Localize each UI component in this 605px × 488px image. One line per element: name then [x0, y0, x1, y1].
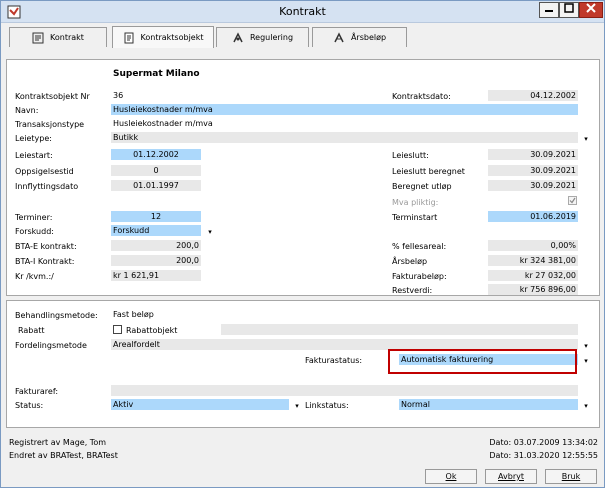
- status-label: Status:: [15, 401, 44, 410]
- rabattobjekt-checkbox[interactable]: [113, 325, 122, 334]
- forskudd-label: Forskudd:: [15, 227, 54, 236]
- navn-label: Navn:: [15, 106, 39, 115]
- tab-label: Årsbeløp: [350, 33, 387, 42]
- mva-pliktig-checkbox[interactable]: [568, 196, 577, 205]
- tab-label: Kontraktsobjekt: [140, 33, 204, 42]
- registered-by: Registrert av Mage, Tom: [9, 438, 107, 447]
- behandlingsmetode-label: Behandlingsmetode:: [15, 311, 98, 320]
- chevron-down-icon[interactable]: ▾: [583, 357, 589, 365]
- terminer-label: Terminer:: [15, 213, 53, 222]
- checkmark-icon: [569, 197, 576, 204]
- minimize-icon: [545, 10, 553, 12]
- restverdi-label: Restverdi:: [392, 286, 433, 295]
- behandlingsmetode-value: Fast beløp: [113, 310, 154, 319]
- modified-date: Dato: 31.03.2020 12:55:55: [489, 451, 598, 460]
- modified-by: Endret av BRATest, BRATest: [9, 451, 118, 460]
- leietype-select[interactable]: Butikk: [111, 132, 578, 143]
- document-icon: [124, 32, 134, 43]
- maximize-button[interactable]: [559, 2, 579, 18]
- tab-bar: Kontrakt Kontraktsobjekt Regulering Årsb…: [4, 23, 601, 48]
- fakturaref-field[interactable]: [111, 385, 578, 396]
- bta-e-field[interactable]: 200,0: [111, 240, 201, 251]
- leieslutt-value: 30.09.2021: [488, 149, 578, 160]
- maximize-icon: [564, 3, 574, 13]
- kr-kvm-label: Kr /kvm.:/: [15, 272, 54, 281]
- fakturabelop-label: Fakturabeløp:: [392, 272, 447, 281]
- tab-kontraktsobjekt[interactable]: Kontraktsobjekt: [112, 26, 214, 48]
- adjustment-icon: [233, 31, 243, 42]
- chevron-down-icon[interactable]: ▾: [583, 135, 589, 143]
- chevron-down-icon[interactable]: ▾: [583, 402, 589, 410]
- fakturastatus-highlight: [388, 349, 577, 374]
- navn-field[interactable]: Husleiekostnader m/mva: [111, 104, 578, 115]
- registered-date: Dato: 03.07.2009 13:34:02: [489, 438, 598, 447]
- tab-kontrakt[interactable]: Kontrakt: [9, 27, 107, 47]
- tab-arsbelop[interactable]: Årsbeløp: [312, 27, 407, 47]
- forskudd-select[interactable]: Forskudd: [111, 225, 201, 236]
- rabatt-label: Rabatt: [18, 326, 45, 335]
- fellesareal-label: % fellesareal:: [392, 242, 447, 251]
- fakturabelop-value: kr 27 032,00: [488, 270, 578, 281]
- minimize-button[interactable]: [539, 2, 559, 18]
- chevron-down-icon[interactable]: ▾: [294, 402, 300, 410]
- transaksjonstype-label: Transaksjonstype: [15, 120, 85, 129]
- terminstart-label: Terminstart: [392, 213, 438, 222]
- close-button[interactable]: [579, 2, 603, 18]
- fakturaref-label: Fakturaref:: [15, 387, 59, 396]
- linkstatus-label: Linkstatus:: [305, 401, 349, 410]
- rabattobjekt-label: Rabattobjekt: [126, 326, 178, 335]
- cancel-button[interactable]: Avbryt: [485, 469, 537, 484]
- close-icon: [586, 3, 596, 13]
- tab-label: Kontrakt: [50, 33, 84, 42]
- oppsigelsestid-label: Oppsigelsestid: [15, 167, 74, 176]
- bta-i-label: BTA-I Kontrakt:: [15, 257, 75, 266]
- kontraktsobjekt-nr-value: 36: [113, 91, 124, 100]
- terminstart-field[interactable]: 01.06.2019: [488, 211, 578, 222]
- leieslutt-beregnet-label: Leieslutt beregnet: [392, 167, 465, 176]
- linkstatus-select[interactable]: Normal: [399, 399, 578, 410]
- leiestart-field[interactable]: 01.12.2002: [111, 149, 201, 160]
- kontraktsdato-value: 04.12.2002: [488, 90, 578, 101]
- restverdi-value: kr 756 896,00: [488, 284, 578, 295]
- contract-icon: [32, 32, 44, 43]
- fellesareal-value: 0,00%: [488, 240, 578, 251]
- object-name-heading: Supermat Milano: [113, 69, 200, 79]
- tab-label: Regulering: [249, 33, 294, 42]
- innflyttingsdato-field[interactable]: 01.01.1997: [111, 180, 201, 191]
- beregnet-utlop-value: 30.09.2021: [488, 180, 578, 191]
- status-select[interactable]: Aktiv: [111, 399, 289, 410]
- transaksjonstype-value: Husleiekostnader m/mva: [113, 119, 213, 128]
- chevron-down-icon[interactable]: ▾: [207, 228, 213, 236]
- kontraktsobjekt-nr-label: Kontraktsobjekt Nr: [15, 92, 90, 101]
- kr-kvm-value: kr 1 621,91: [111, 270, 201, 281]
- leiestart-label: Leiestart:: [15, 151, 53, 160]
- contract-window: Kontrakt Kontrakt Kontraktsobjekt Regule…: [0, 0, 605, 488]
- tab-regulering[interactable]: Regulering: [216, 27, 309, 47]
- kontraktsdato-label: Kontraktsdato:: [392, 92, 451, 101]
- bta-i-field[interactable]: 200,0: [111, 255, 201, 266]
- leieslutt-beregnet-value: 30.09.2021: [488, 165, 578, 176]
- arsbelop-value: kr 324 381,00: [488, 255, 578, 266]
- mva-pliktig-label: Mva pliktig:: [392, 198, 439, 207]
- chevron-down-icon[interactable]: ▾: [583, 342, 589, 350]
- innflyttingsdato-label: Innflyttingsdato: [15, 182, 79, 191]
- leieslutt-label: Leieslutt:: [392, 151, 429, 160]
- oppsigelsestid-field[interactable]: 0: [111, 165, 201, 176]
- apply-button[interactable]: Bruk: [545, 469, 597, 484]
- rabatt-detail-field: [221, 324, 578, 335]
- arsbelop-label: Årsbeløp: [392, 257, 428, 266]
- fakturastatus-label: Fakturastatus:: [305, 356, 363, 365]
- window-title: Kontrakt: [279, 5, 326, 18]
- ok-button[interactable]: Ok: [425, 469, 477, 484]
- yearly-amount-icon: [334, 31, 344, 42]
- bta-e-label: BTA-E kontrakt:: [15, 242, 77, 251]
- title-bar: Kontrakt: [1, 1, 604, 23]
- fordelingsmetode-label: Fordelingsmetode: [15, 341, 87, 350]
- terminer-field[interactable]: 12: [111, 211, 201, 222]
- leietype-label: Leietype:: [15, 134, 52, 143]
- beregnet-utlop-label: Beregnet utløp: [392, 182, 452, 191]
